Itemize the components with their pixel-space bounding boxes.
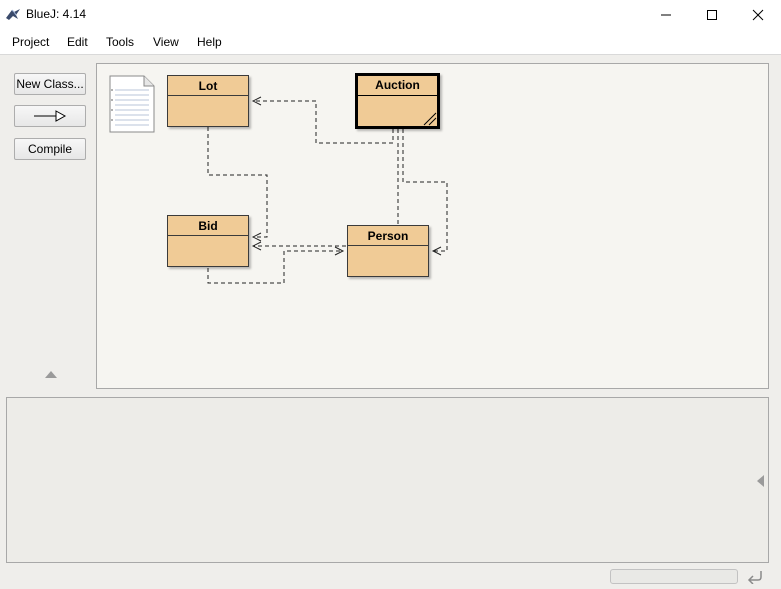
inheritance-arrow-icon xyxy=(34,110,67,122)
menu-edit[interactable]: Edit xyxy=(67,35,88,49)
menu-help[interactable]: Help xyxy=(197,35,222,49)
menu-tools[interactable]: Tools xyxy=(106,35,134,49)
maximize-icon xyxy=(707,10,717,20)
close-icon xyxy=(752,9,764,21)
compile-button[interactable]: Compile xyxy=(14,138,86,160)
triangle-up-icon[interactable] xyxy=(45,371,57,378)
reset-machine-icon[interactable] xyxy=(746,568,766,584)
close-button[interactable] xyxy=(735,0,781,30)
class-name-label: Auction xyxy=(358,76,437,96)
title-bar: BlueJ: 4.14 xyxy=(0,0,781,30)
readme-document-icon[interactable] xyxy=(107,74,157,134)
object-bench[interactable] xyxy=(6,397,769,563)
triangle-left-icon[interactable] xyxy=(757,475,764,487)
class-lot[interactable]: Lot xyxy=(167,75,249,127)
menu-view[interactable]: View xyxy=(153,35,179,49)
class-name-label: Lot xyxy=(168,76,248,96)
bluej-bird-icon xyxy=(6,9,20,20)
menu-bar: Project Edit Tools View Help xyxy=(0,30,781,55)
new-class-button[interactable]: New Class... xyxy=(14,73,86,95)
inheritance-arrow-button[interactable] xyxy=(14,105,86,127)
class-person[interactable]: Person xyxy=(347,225,429,277)
class-name-label: Person xyxy=(348,226,428,246)
class-name-label: Bid xyxy=(168,216,248,236)
minimize-button[interactable] xyxy=(643,0,689,30)
window-title: BlueJ: 4.14 xyxy=(26,7,87,21)
class-auction[interactable]: Auction xyxy=(355,73,440,129)
maximize-button[interactable] xyxy=(689,0,735,30)
progress-bar xyxy=(610,569,738,584)
class-bid[interactable]: Bid xyxy=(167,215,249,267)
menu-project[interactable]: Project xyxy=(12,35,49,49)
resize-handle-icon[interactable] xyxy=(421,110,437,126)
minimize-icon xyxy=(661,14,671,16)
